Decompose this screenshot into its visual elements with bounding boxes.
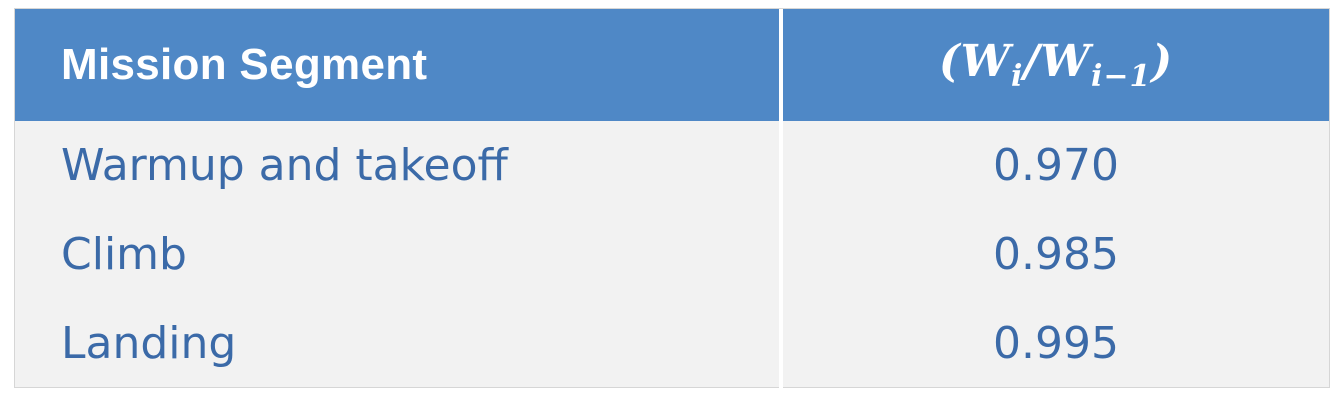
segment-cell: Warmup and takeoff	[61, 140, 508, 191]
segment-cell: Climb	[61, 229, 187, 280]
table-header-row: Mission Segment (Wi/Wi−1)	[15, 9, 1329, 121]
weight-ratio-formula: (Wi/Wi−1)	[938, 36, 1174, 94]
ratio-cell: 0.985	[779, 210, 1329, 299]
header-mission-segment: Mission Segment	[15, 9, 781, 121]
ratio-cell: 0.970	[779, 121, 1329, 210]
mission-segment-table: Mission Segment (Wi/Wi−1) Warmup and tak…	[15, 9, 1329, 388]
segment-cell: Landing	[61, 318, 237, 369]
table-row: Climb 0.985	[15, 210, 1329, 299]
table-row: Warmup and takeoff 0.970	[15, 121, 1329, 210]
header-weight-ratio: (Wi/Wi−1)	[779, 9, 1329, 121]
weight-fraction-table: Mission Segment (Wi/Wi−1) Warmup and tak…	[14, 8, 1330, 388]
ratio-cell: 0.995	[779, 299, 1329, 388]
table-row: Landing 0.995	[15, 299, 1329, 388]
